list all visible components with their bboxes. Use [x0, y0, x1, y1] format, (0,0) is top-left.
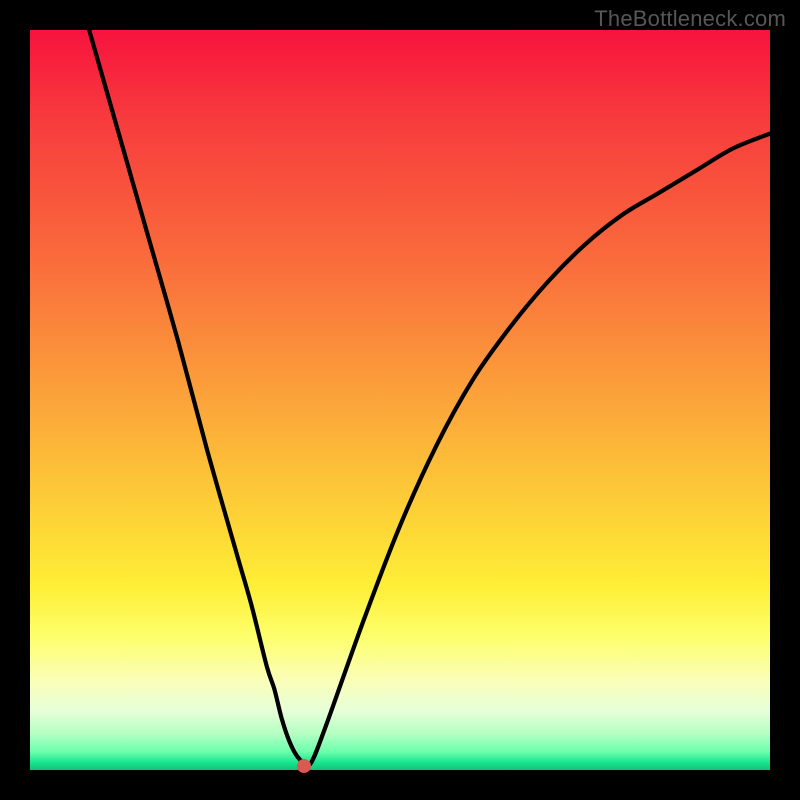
minimum-marker [297, 759, 311, 773]
plot-area [30, 30, 770, 770]
chart-container: TheBottleneck.com [0, 0, 800, 800]
watermark-text: TheBottleneck.com [594, 6, 786, 32]
bottleneck-curve [30, 30, 770, 770]
